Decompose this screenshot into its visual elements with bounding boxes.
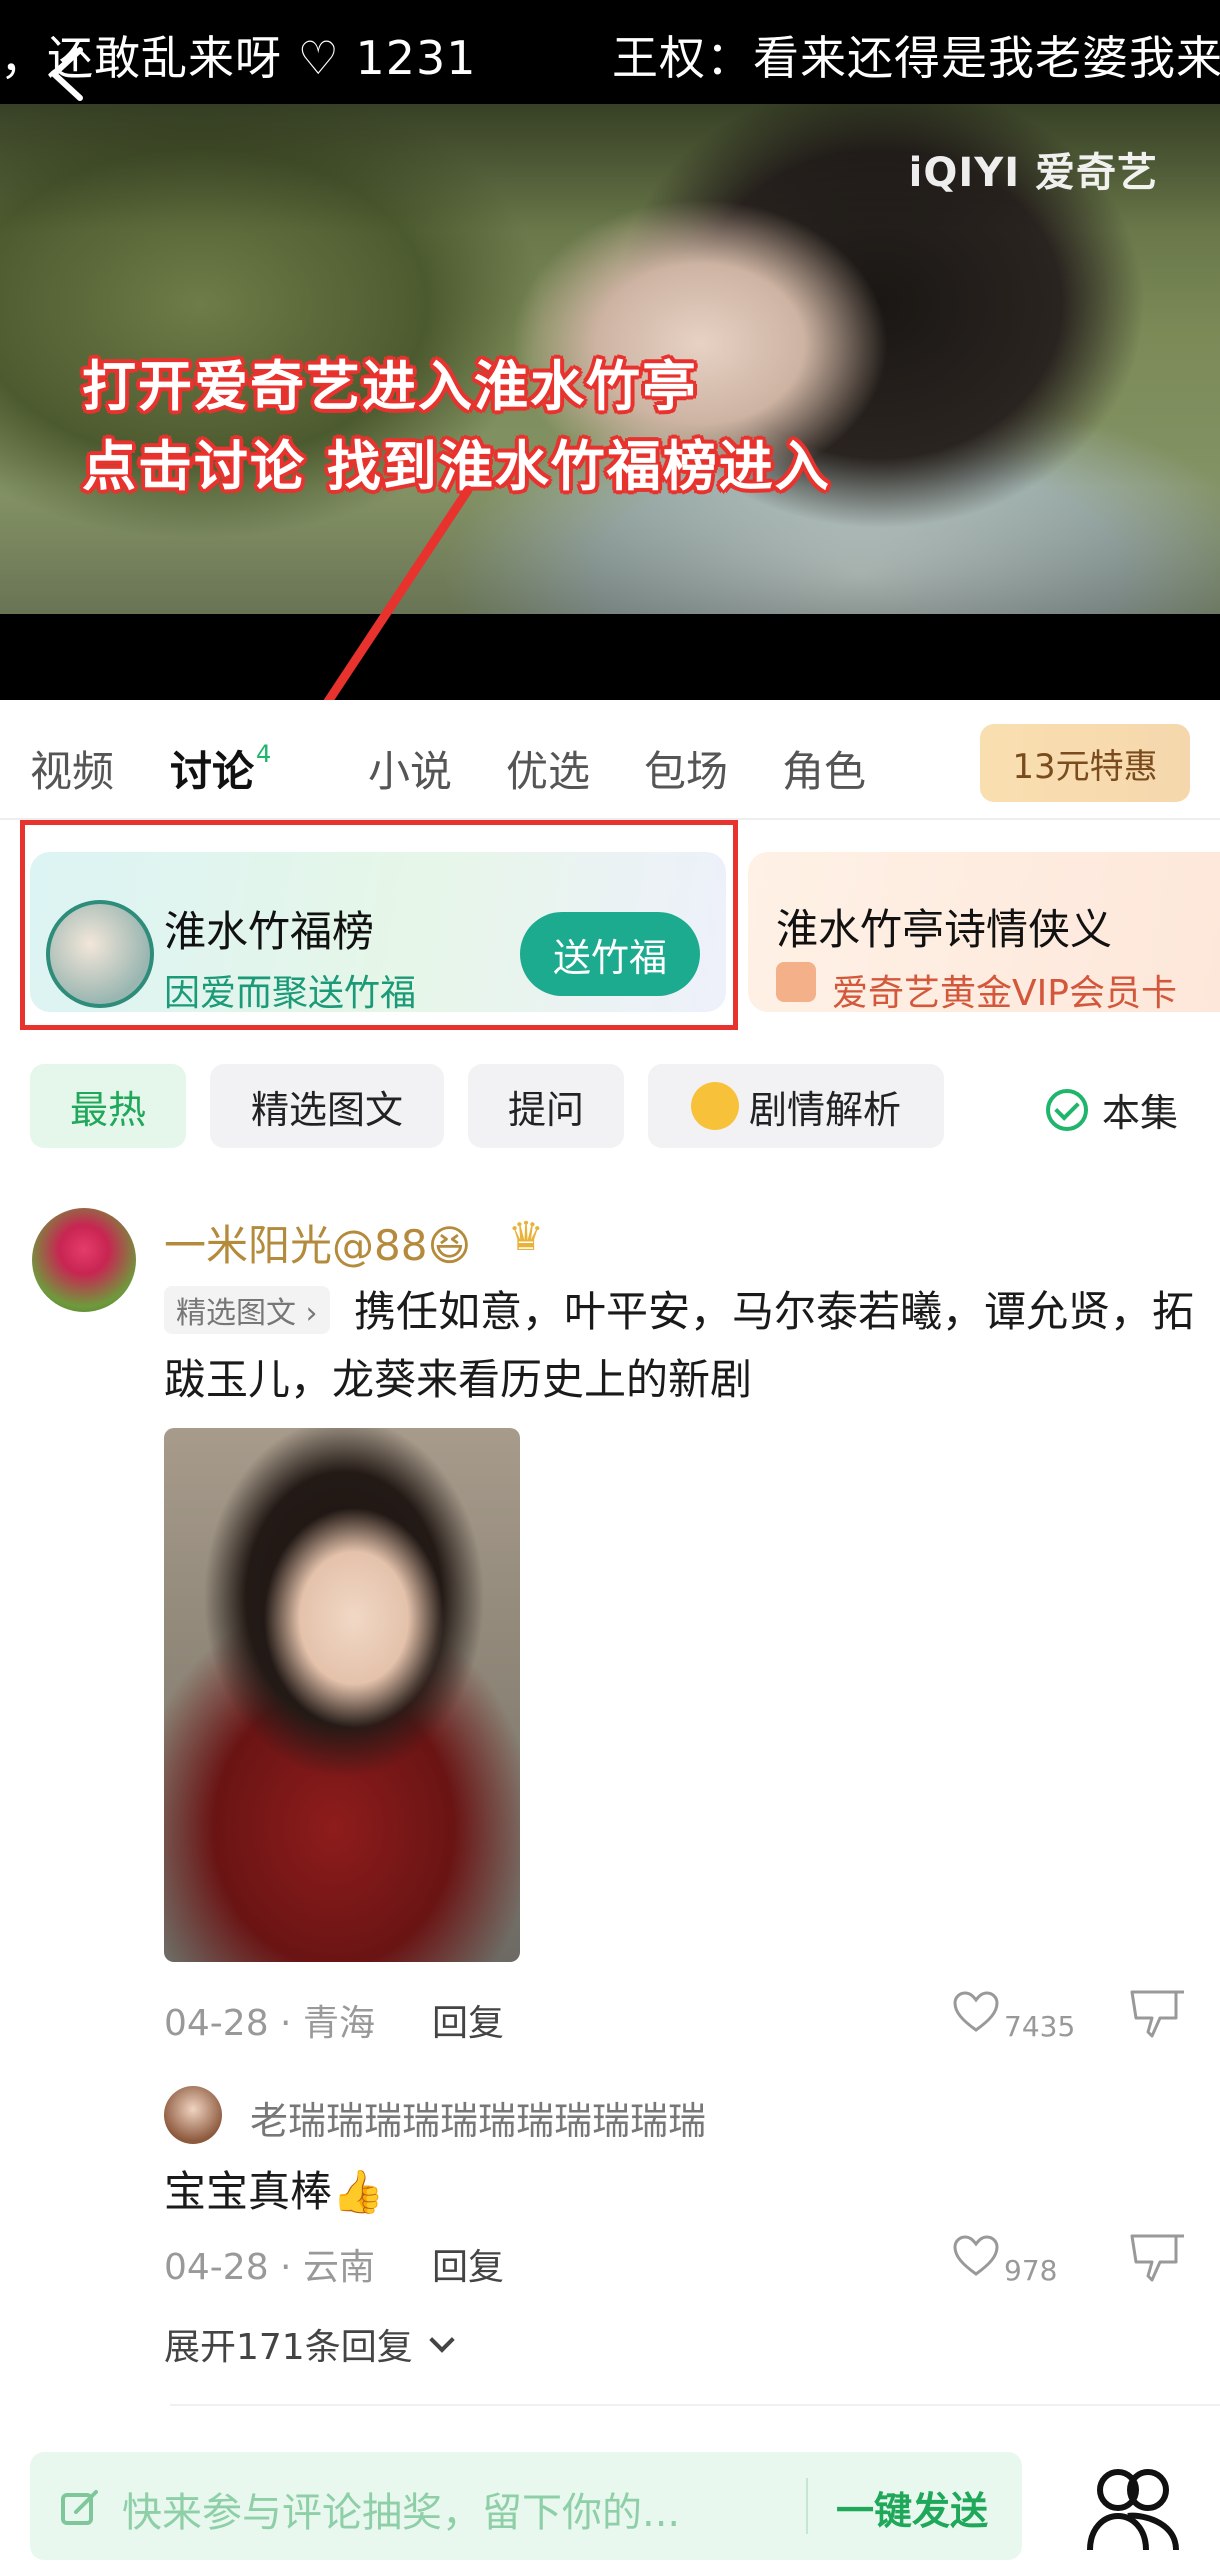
edit-icon (61, 2490, 98, 2525)
tab-characters[interactable]: 角色 (782, 738, 866, 799)
this-episode-toggle[interactable]: 本集 (1046, 1082, 1178, 1137)
iqiyi-watermark: iQIYI 爱奇艺 (908, 150, 1158, 196)
tab-novel[interactable]: 小说 (368, 738, 452, 799)
content-panel: 视频 讨论 4 小说 优选 包场 角色 13元特惠 淮水竹福榜 因爱而聚送竹福 … (0, 700, 1220, 2568)
danmaku-comment: 王权：看来还得是我老婆我来 (612, 31, 1220, 85)
filter-questions[interactable]: 提问 (468, 1064, 624, 1148)
expand-label: 展开171条回复 (164, 2327, 413, 2368)
like-heart-icon[interactable] (952, 2234, 1000, 2278)
filter-featured[interactable]: 精选图文 (210, 1064, 444, 1148)
annotation-text: 点击讨论 找到淮水竹福榜进入 (82, 435, 831, 498)
tab-bar: 视频 讨论 4 小说 优选 包场 角色 13元特惠 (0, 700, 1220, 820)
expand-replies-button[interactable]: 展开171条回复 (164, 2318, 455, 2370)
like-count: 7435 (1004, 2010, 1076, 2043)
avatar[interactable] (32, 1208, 136, 1312)
divider (170, 2404, 1220, 2406)
filter-label: 剧情解析 (748, 1087, 901, 1132)
gift-icon (776, 962, 816, 1002)
filter-bar: 最热 精选图文 提问 剧情解析 本集 (0, 1064, 1220, 1148)
highlight-frame (20, 820, 738, 1030)
people-icon[interactable] (1078, 2450, 1188, 2560)
username[interactable]: 一米阳光@88😆 (164, 1212, 471, 1273)
chevron-down-icon (428, 2327, 455, 2353)
dislike-icon[interactable] (1128, 2232, 1188, 2286)
tab-video[interactable]: 视频 (30, 738, 114, 799)
reply-button[interactable]: 回复 (432, 2238, 504, 2290)
comment-input-bar[interactable]: 快来参与评论抽奖，留下你的... 一键发送 (30, 2452, 1022, 2560)
card-subtitle: 爱奇艺黄金VIP会员卡 (832, 973, 1177, 1012)
discussion-count-badge: 4 (256, 740, 272, 768)
vip-promo-card[interactable]: 淮水竹亭诗情侠义 爱奇艺黄金VIP会员卡 (748, 852, 1220, 1012)
promo-badge[interactable]: 13元特惠 (980, 724, 1190, 802)
back-arrow-icon[interactable] (44, 44, 94, 104)
tab-discussion[interactable]: 讨论 (170, 738, 254, 799)
one-click-send-button[interactable]: 一键发送 (836, 2480, 988, 2535)
crown-badge-icon: ♛ (508, 1214, 544, 1260)
post-meta: 04-28 · 青海 (164, 2003, 375, 2044)
tab-private-screening[interactable]: 包场 (644, 738, 728, 799)
tab-selection[interactable]: 优选 (506, 738, 590, 799)
featured-tag[interactable]: 精选图文 › (164, 1286, 330, 1334)
dislike-icon[interactable] (1128, 1988, 1188, 2042)
filter-hot[interactable]: 最热 (30, 1064, 186, 1148)
comment-placeholder: 快来参与评论抽奖，留下你的... (122, 2490, 681, 2536)
divider (806, 2478, 808, 2534)
emoji-icon (690, 1082, 739, 1130)
reply-meta: 04-28 · 云南 (164, 2247, 375, 2288)
like-count: 978 (1004, 2254, 1058, 2287)
reply-text: 宝宝真棒👍 (164, 2167, 385, 2216)
annotation-text: 打开爱奇艺进入淮水竹亭 (82, 355, 698, 418)
reply-username[interactable]: 老瑞瑞瑞瑞瑞瑞瑞瑞瑞瑞瑞 (250, 2090, 706, 2145)
reply-button[interactable]: 回复 (432, 1994, 504, 2046)
avatar[interactable] (164, 2086, 222, 2144)
this-episode-label: 本集 (1102, 1091, 1179, 1135)
card-title: 淮水竹亭诗情侠义 (776, 905, 1113, 954)
video-player[interactable]: ，还敢乱来呀 ♡ 1231 王权：看来还得是我老婆我来 iQIYI 爱奇艺 打开… (0, 0, 1220, 700)
filter-plot-analysis[interactable]: 剧情解析 (648, 1064, 944, 1148)
like-heart-icon[interactable] (952, 1990, 1000, 2034)
check-circle-icon (1046, 1088, 1088, 1131)
post-image[interactable] (164, 1428, 520, 1962)
